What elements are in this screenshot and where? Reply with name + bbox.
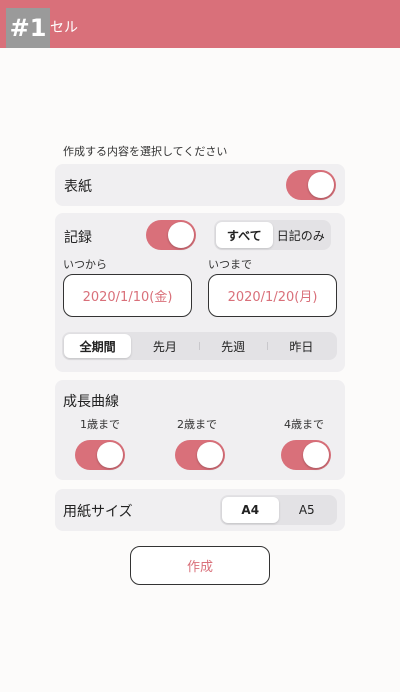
from-label: いつから <box>63 258 107 271</box>
growth-4y-toggle[interactable] <box>281 440 331 470</box>
paper-card: 用紙サイズ A4 A5 <box>55 489 345 531</box>
period-yesterday[interactable]: 昨日 <box>268 334 335 358</box>
growth-2y-label: 2歳まで <box>177 418 217 431</box>
header-bar: #1 セル <box>0 0 400 48</box>
period-last-month[interactable]: 先月 <box>131 334 198 358</box>
toggle-knob <box>97 442 123 468</box>
toggle-knob <box>197 442 223 468</box>
growth-card: 成長曲線 1歳まで 2歳まで 4歳まで <box>55 380 345 480</box>
period-last-week[interactable]: 先週 <box>200 334 267 358</box>
cover-toggle[interactable] <box>286 170 336 200</box>
to-label: いつまで <box>208 258 252 271</box>
paper-a4[interactable]: A4 <box>222 497 279 523</box>
paper-a5[interactable]: A5 <box>279 497 336 523</box>
create-button[interactable]: 作成 <box>130 546 270 585</box>
cover-card: 表紙 <box>55 164 345 206</box>
record-toggle[interactable] <box>146 220 196 250</box>
growth-label: 成長曲線 <box>63 394 119 410</box>
record-filter-segment: すべて 日記のみ <box>214 220 331 250</box>
cover-label: 表紙 <box>64 179 92 195</box>
cancel-link[interactable]: セル <box>50 17 78 37</box>
growth-1y-toggle[interactable] <box>75 440 125 470</box>
toggle-knob <box>303 442 329 468</box>
growth-4y-label: 4歳まで <box>284 418 324 431</box>
from-date-field[interactable]: 2020/1/10(金) <box>63 274 192 317</box>
filter-diary-only[interactable]: 日記のみ <box>273 222 330 248</box>
filter-all[interactable]: すべて <box>216 222 273 248</box>
to-date-field[interactable]: 2020/1/20(月) <box>208 274 337 317</box>
period-segment: 全期間 先月 先週 昨日 <box>62 332 337 360</box>
toggle-knob <box>168 222 194 248</box>
paper-size-segment: A4 A5 <box>220 495 337 525</box>
instruction-text: 作成する内容を選択してください <box>63 145 228 158</box>
step-badge: #1 <box>6 8 50 48</box>
period-all[interactable]: 全期間 <box>64 334 132 358</box>
record-label: 記録 <box>64 230 92 246</box>
growth-1y-label: 1歳まで <box>80 418 120 431</box>
paper-label: 用紙サイズ <box>63 504 133 520</box>
growth-2y-toggle[interactable] <box>175 440 225 470</box>
toggle-knob <box>308 172 334 198</box>
record-card: 記録 すべて 日記のみ いつから いつまで 2020/1/10(金) 2020/… <box>55 213 345 372</box>
